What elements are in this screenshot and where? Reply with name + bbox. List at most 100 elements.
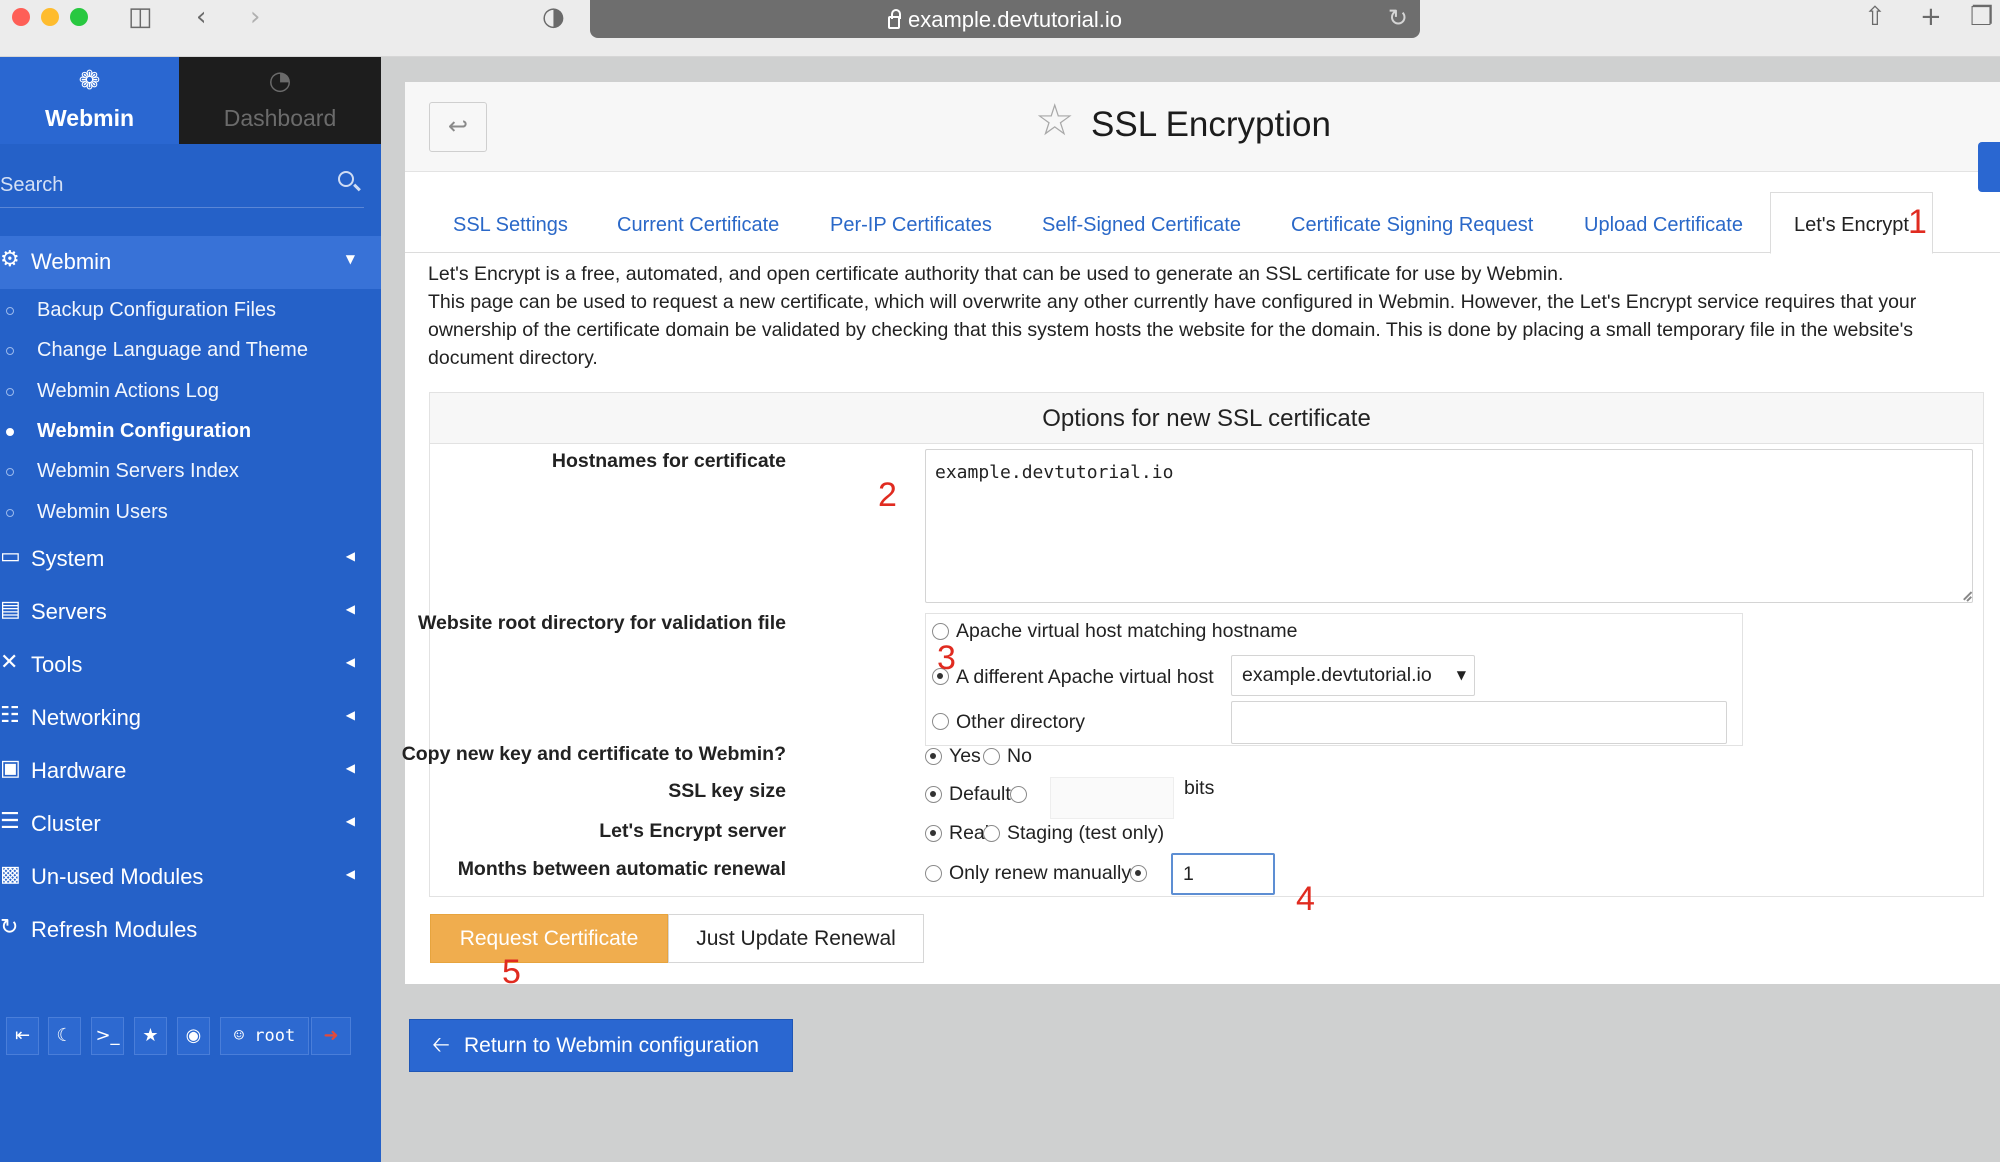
tab-per-ip-certificates[interactable]: Per-IP Certificates	[830, 192, 992, 253]
just-update-renewal-button[interactable]: Just Update Renewal	[668, 914, 924, 963]
request-certificate-button[interactable]: Request Certificate	[430, 914, 668, 963]
forward-arrow-icon[interactable]: ›	[250, 2, 260, 32]
sidebar-toggle-icon[interactable]: ◫	[128, 2, 153, 32]
caret-left-icon: ◀	[345, 655, 355, 669]
webroot-other-directory-label: Other directory	[956, 711, 1085, 733]
main-panel: ↩ ☆ SSL Encryption SSL Settings Current …	[402, 82, 2000, 984]
options-form: Options for new SSL certificate Hostname…	[402, 392, 1984, 897]
dashboard-tab[interactable]: ◔ Dashboard	[179, 57, 381, 144]
address-url: example.devtutorial.io	[907, 7, 1122, 32]
hostnames-textarea[interactable]: example.devtutorial.io	[925, 449, 1973, 603]
tools-icon: ✕	[0, 650, 19, 675]
new-tab-icon[interactable]: +	[1920, 2, 1942, 32]
other-directory-input[interactable]	[1231, 701, 1727, 744]
annotation-2: 2	[878, 476, 897, 514]
sidebar-item-change-language-and-theme[interactable]: Change Language and Theme	[0, 332, 381, 368]
user-menu[interactable]: ☺ root	[220, 1017, 309, 1055]
bullet-icon	[6, 428, 14, 436]
category-label: Servers	[31, 599, 107, 624]
tab-current-certificate[interactable]: Current Certificate	[617, 192, 779, 253]
panel-header: ↩ ☆ SSL Encryption	[405, 82, 2000, 192]
sidebar-category-tools[interactable]: ✕ Tools ◀	[0, 639, 381, 689]
webmin-brand-tab[interactable]: ❁ Webmin	[0, 57, 179, 144]
sidebar-category-hardware[interactable]: ▣ Hardware ◀	[0, 745, 381, 795]
webroot-different-vhost-label: A different Apache virtual host	[956, 666, 1214, 688]
bullet-icon	[6, 509, 14, 517]
category-label: Refresh Modules	[31, 917, 198, 942]
caret-down-icon: ▼	[345, 252, 355, 266]
bullet-icon	[6, 388, 14, 396]
server-staging-radio[interactable]	[983, 825, 1000, 842]
logout-icon[interactable]: ➜	[311, 1017, 351, 1055]
bullet-icon	[6, 307, 14, 315]
tab-overview-icon[interactable]: ❐	[1970, 2, 1993, 32]
tab-ssl-settings[interactable]: SSL Settings	[453, 192, 568, 253]
sidebar-item-webmin-servers-index[interactable]: Webmin Servers Index	[0, 453, 381, 489]
dashboard-gauge-icon: ◔	[268, 66, 292, 96]
renew-manually-radio[interactable]	[925, 865, 942, 882]
webroot-apache-matching-label: Apache virtual host matching hostname	[956, 620, 1298, 642]
server-real-radio[interactable]	[925, 825, 942, 842]
keysize-input[interactable]	[1050, 777, 1174, 819]
search-icon[interactable]	[338, 171, 354, 187]
sidebar-refresh-modules[interactable]: ↻ Refresh Modules	[0, 904, 381, 954]
side-scroll-handle[interactable]	[1978, 142, 2000, 192]
caret-left-icon: ◀	[345, 708, 355, 722]
terminal-icon[interactable]: >_	[91, 1017, 124, 1055]
sidebar-category-networking[interactable]: ☷ Networking ◀	[0, 692, 381, 742]
favorite-star-icon[interactable]: ☆	[1035, 96, 1074, 146]
zoom-window-button[interactable]	[70, 8, 88, 26]
renew-months-radio[interactable]	[1130, 865, 1147, 882]
sidebar-item-backup-configuration-files[interactable]: Backup Configuration Files	[0, 292, 381, 328]
renewal-months-input[interactable]	[1171, 853, 1275, 895]
minimize-window-button[interactable]	[41, 8, 59, 26]
annotation-4: 4	[1296, 880, 1315, 918]
category-label: Un-used Modules	[31, 864, 204, 889]
address-bar[interactable]: example.devtutorial.io ↻	[590, 0, 1420, 38]
sidebar-category-system[interactable]: ▭ System ◀	[0, 533, 381, 583]
favorites-star-icon[interactable]: ★	[134, 1017, 167, 1055]
resize-grip-icon[interactable]	[1960, 590, 1972, 602]
sidebar-category-cluster[interactable]: ☰ Cluster ◀	[0, 798, 381, 848]
back-arrow-icon[interactable]: ‹	[196, 2, 206, 32]
vhost-select[interactable]: example.devtutorial.io ▼	[1231, 655, 1475, 696]
sidebar-category-webmin[interactable]: ⚙ Webmin ▼	[0, 236, 381, 289]
sidebar-item-webmin-configuration[interactable]: Webmin Configuration	[0, 413, 381, 449]
tab-certificate-signing-request[interactable]: Certificate Signing Request	[1291, 192, 1533, 253]
theme-palette-icon[interactable]: ◉	[177, 1017, 210, 1055]
sidebar-item-label: Webmin Users	[37, 501, 168, 523]
sidebar-item-webmin-actions-log[interactable]: Webmin Actions Log	[0, 373, 381, 409]
return-to-webmin-configuration-button[interactable]: 🡠 Return to Webmin configuration	[409, 1019, 793, 1072]
caret-left-icon: ◀	[345, 602, 355, 616]
search-input[interactable]	[0, 170, 320, 200]
night-mode-icon[interactable]: ☾	[48, 1017, 81, 1055]
sidebar-category-unused-modules[interactable]: ▩ Un-used Modules ◀	[0, 851, 381, 901]
keysize-default-radio[interactable]	[925, 786, 942, 803]
tab-upload-certificate[interactable]: Upload Certificate	[1584, 192, 1743, 253]
keysize-default-label: Default	[949, 783, 1011, 805]
back-button[interactable]: ↩	[429, 102, 487, 152]
webroot-other-directory-radio[interactable]	[932, 713, 949, 730]
keysize-custom-radio[interactable]	[1010, 786, 1027, 803]
dropdown-arrow-icon: ▼	[1456, 668, 1466, 682]
close-window-button[interactable]	[12, 8, 30, 26]
sidebar-category-servers[interactable]: ▤ Servers ◀	[0, 586, 381, 636]
annotation-5: 5	[502, 953, 521, 991]
sidebar-item-webmin-users[interactable]: Webmin Users	[0, 494, 381, 530]
copy-no-radio[interactable]	[983, 748, 1000, 765]
renew-manually-label: Only renew manually	[949, 862, 1132, 884]
server-label: Let's Encrypt server	[599, 820, 786, 842]
sidebar: ❁ Webmin ◔ Dashboard ⚙ Webmin ▼ Backup C…	[0, 57, 381, 1162]
category-label: Tools	[31, 652, 83, 677]
tab-self-signed-certificate[interactable]: Self-Signed Certificate	[1042, 192, 1241, 253]
webroot-apache-matching-radio[interactable]	[932, 623, 949, 640]
copy-yes-radio[interactable]	[925, 748, 942, 765]
lock-icon	[887, 9, 901, 29]
share-icon[interactable]: ⇧	[1864, 2, 1886, 32]
shield-icon[interactable]: ◑	[542, 2, 565, 32]
caret-left-icon: ◀	[345, 867, 355, 881]
reload-icon[interactable]: ↻	[1388, 4, 1408, 32]
collapse-sidebar-icon[interactable]: ⇤	[6, 1017, 39, 1055]
webroot-options: Apache virtual host matching hostname A …	[925, 613, 1743, 746]
copy-yes-label: Yes	[949, 745, 981, 767]
